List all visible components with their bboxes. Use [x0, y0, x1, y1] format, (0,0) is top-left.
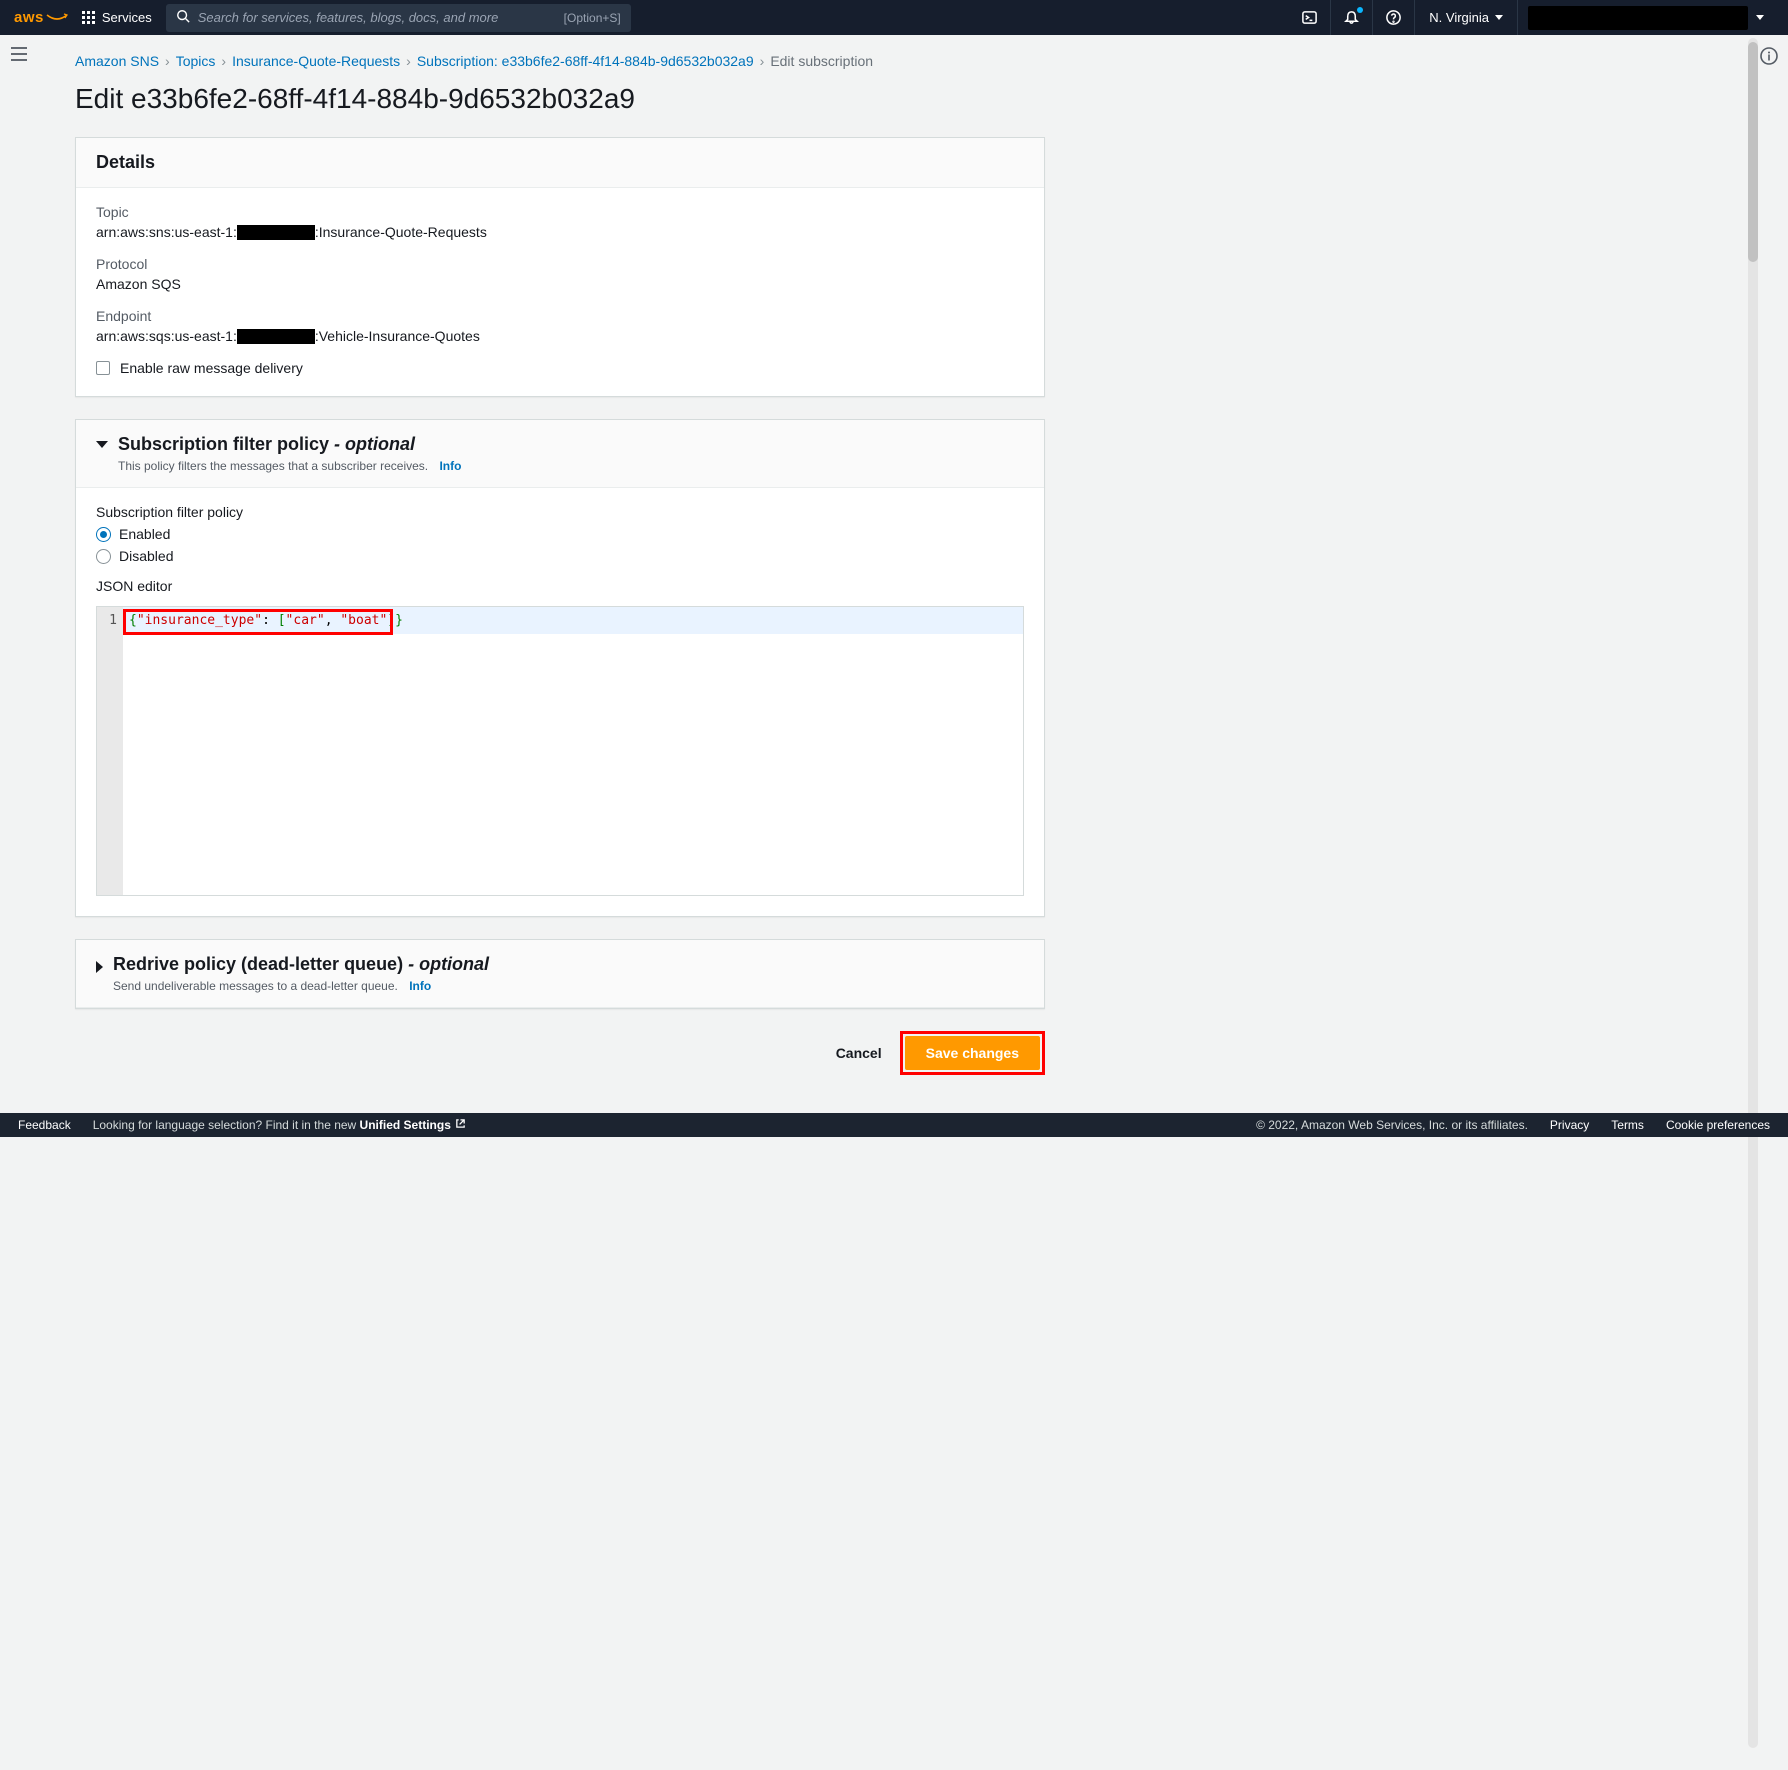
- language-prompt: Looking for language selection? Find it …: [93, 1118, 466, 1132]
- filter-disabled-radio[interactable]: Disabled: [96, 548, 1024, 564]
- breadcrumb-current: Edit subscription: [770, 53, 873, 69]
- raw-delivery-label: Enable raw message delivery: [120, 360, 303, 376]
- scrollbar-thumb[interactable]: [1748, 42, 1758, 262]
- privacy-link[interactable]: Privacy: [1550, 1118, 1589, 1132]
- global-search[interactable]: [Option+S]: [166, 4, 631, 32]
- help-panel-toggle[interactable]: [1760, 47, 1778, 68]
- json-code-line[interactable]: {"insurance_type": ["car", "boat"]}: [123, 607, 1023, 634]
- account-name-redacted: [1528, 6, 1748, 30]
- details-panel: Details Topic arn:aws:sns:us-east-1::Ins…: [75, 137, 1045, 397]
- account-menu[interactable]: [1517, 0, 1774, 35]
- region-label: N. Virginia: [1429, 10, 1489, 25]
- json-editor-label: JSON editor: [96, 578, 1024, 594]
- raw-delivery-checkbox[interactable]: [96, 361, 110, 375]
- disabled-label: Disabled: [119, 548, 173, 564]
- breadcrumb: Amazon SNS › Topics › Insurance-Quote-Re…: [75, 53, 1045, 69]
- redrive-policy-panel: Redrive policy (dead-letter queue) - opt…: [75, 939, 1045, 1009]
- page-title: Edit e33b6fe2-68ff-4f14-884b-9d6532b032a…: [75, 83, 1045, 115]
- annotation-highlight: Save changes: [900, 1031, 1045, 1075]
- search-input[interactable]: [198, 10, 556, 25]
- cancel-button[interactable]: Cancel: [832, 1037, 886, 1069]
- details-heading: Details: [96, 152, 1024, 173]
- aws-top-nav: aws Services [Option+S] N.: [0, 0, 1788, 35]
- notifications-button[interactable]: [1330, 0, 1372, 35]
- filter-policy-description: This policy filters the messages that a …: [118, 459, 428, 473]
- footer-bar: Feedback Looking for language selection?…: [0, 1113, 1788, 1137]
- aws-logo[interactable]: aws: [14, 9, 68, 26]
- info-link[interactable]: Info: [439, 459, 461, 473]
- services-grid-icon: [82, 11, 96, 25]
- help-button[interactable]: [1372, 0, 1414, 35]
- endpoint-value: arn:aws:sqs:us-east-1::Vehicle-Insurance…: [96, 328, 1024, 344]
- breadcrumb-link[interactable]: Insurance-Quote-Requests: [232, 53, 400, 69]
- search-shortcut-hint: [Option+S]: [564, 11, 621, 25]
- feedback-link[interactable]: Feedback: [18, 1118, 71, 1132]
- filter-policy-panel: Subscription filter policy - optional Th…: [75, 419, 1045, 917]
- chevron-right-icon: ›: [221, 53, 226, 69]
- topic-value: arn:aws:sns:us-east-1::Insurance-Quote-R…: [96, 224, 1024, 240]
- cookie-preferences-link[interactable]: Cookie preferences: [1666, 1118, 1770, 1132]
- protocol-value: Amazon SQS: [96, 276, 1024, 292]
- terms-link[interactable]: Terms: [1611, 1118, 1644, 1132]
- filter-enabled-radio[interactable]: Enabled: [96, 526, 1024, 542]
- redrive-description: Send undeliverable messages to a dead-le…: [113, 979, 398, 993]
- filter-policy-heading: Subscription filter policy - optional: [118, 434, 461, 455]
- breadcrumb-link[interactable]: Subscription: e33b6fe2-68ff-4f14-884b-9d…: [417, 53, 754, 69]
- caret-down-icon: [1756, 15, 1764, 20]
- copyright-text: © 2022, Amazon Web Services, Inc. or its…: [1256, 1118, 1528, 1132]
- region-selector[interactable]: N. Virginia: [1414, 0, 1517, 35]
- endpoint-label: Endpoint: [96, 308, 1024, 324]
- scrollbar-track[interactable]: [1748, 38, 1758, 1748]
- services-label: Services: [102, 10, 152, 25]
- services-menu-button[interactable]: Services: [82, 10, 152, 25]
- json-editor[interactable]: 1 {"insurance_type": ["car", "boat"]}: [96, 606, 1024, 896]
- protocol-label: Protocol: [96, 256, 1024, 272]
- breadcrumb-link[interactable]: Topics: [176, 53, 216, 69]
- topic-label: Topic: [96, 204, 1024, 220]
- save-changes-button[interactable]: Save changes: [905, 1036, 1040, 1070]
- redrive-heading: Redrive policy (dead-letter queue) - opt…: [113, 954, 489, 975]
- cloudshell-button[interactable]: [1289, 0, 1330, 35]
- side-nav-toggle[interactable]: [10, 47, 28, 64]
- breadcrumb-link[interactable]: Amazon SNS: [75, 53, 159, 69]
- filter-policy-group-label: Subscription filter policy: [96, 504, 1024, 520]
- caret-down-icon: [1495, 15, 1503, 20]
- unified-settings-link[interactable]: Unified Settings: [360, 1118, 466, 1132]
- external-link-icon: [455, 1118, 466, 1132]
- chevron-right-icon: ›: [165, 53, 170, 69]
- expand-toggle[interactable]: [96, 961, 103, 973]
- info-link[interactable]: Info: [409, 979, 431, 993]
- chevron-right-icon: ›: [760, 53, 765, 69]
- line-number: 1: [109, 613, 117, 628]
- redacted-text: [237, 225, 315, 240]
- collapse-toggle[interactable]: [96, 441, 108, 448]
- chevron-right-icon: ›: [406, 53, 411, 69]
- enabled-label: Enabled: [119, 526, 170, 542]
- redacted-text: [237, 329, 315, 344]
- notification-dot-icon: [1357, 7, 1363, 13]
- search-icon: [176, 9, 190, 26]
